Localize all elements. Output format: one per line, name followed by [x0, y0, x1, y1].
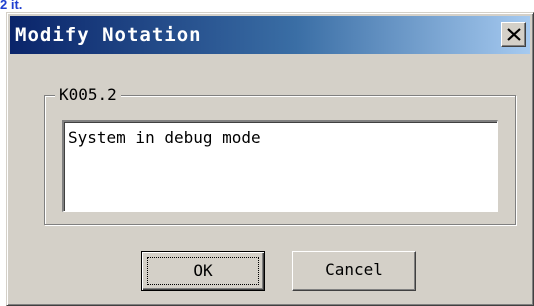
ok-button[interactable]: OK	[141, 251, 265, 291]
ok-button-label: OK	[147, 257, 259, 285]
close-button[interactable]	[501, 22, 526, 47]
close-icon	[507, 28, 521, 41]
notation-text-field[interactable]: System in debug mode	[62, 120, 498, 212]
dialog-title: Modify Notation	[15, 24, 202, 46]
modify-notation-dialog: Modify Notation K005.2 System in debug m…	[6, 12, 534, 306]
background-link-fragment: 2 it.	[0, 0, 23, 12]
title-bar[interactable]: Modify Notation	[10, 16, 530, 54]
cancel-button[interactable]: Cancel	[292, 251, 416, 291]
notation-groupbox: K005.2 System in debug mode	[44, 84, 516, 225]
groupbox-label: K005.2	[55, 84, 121, 106]
